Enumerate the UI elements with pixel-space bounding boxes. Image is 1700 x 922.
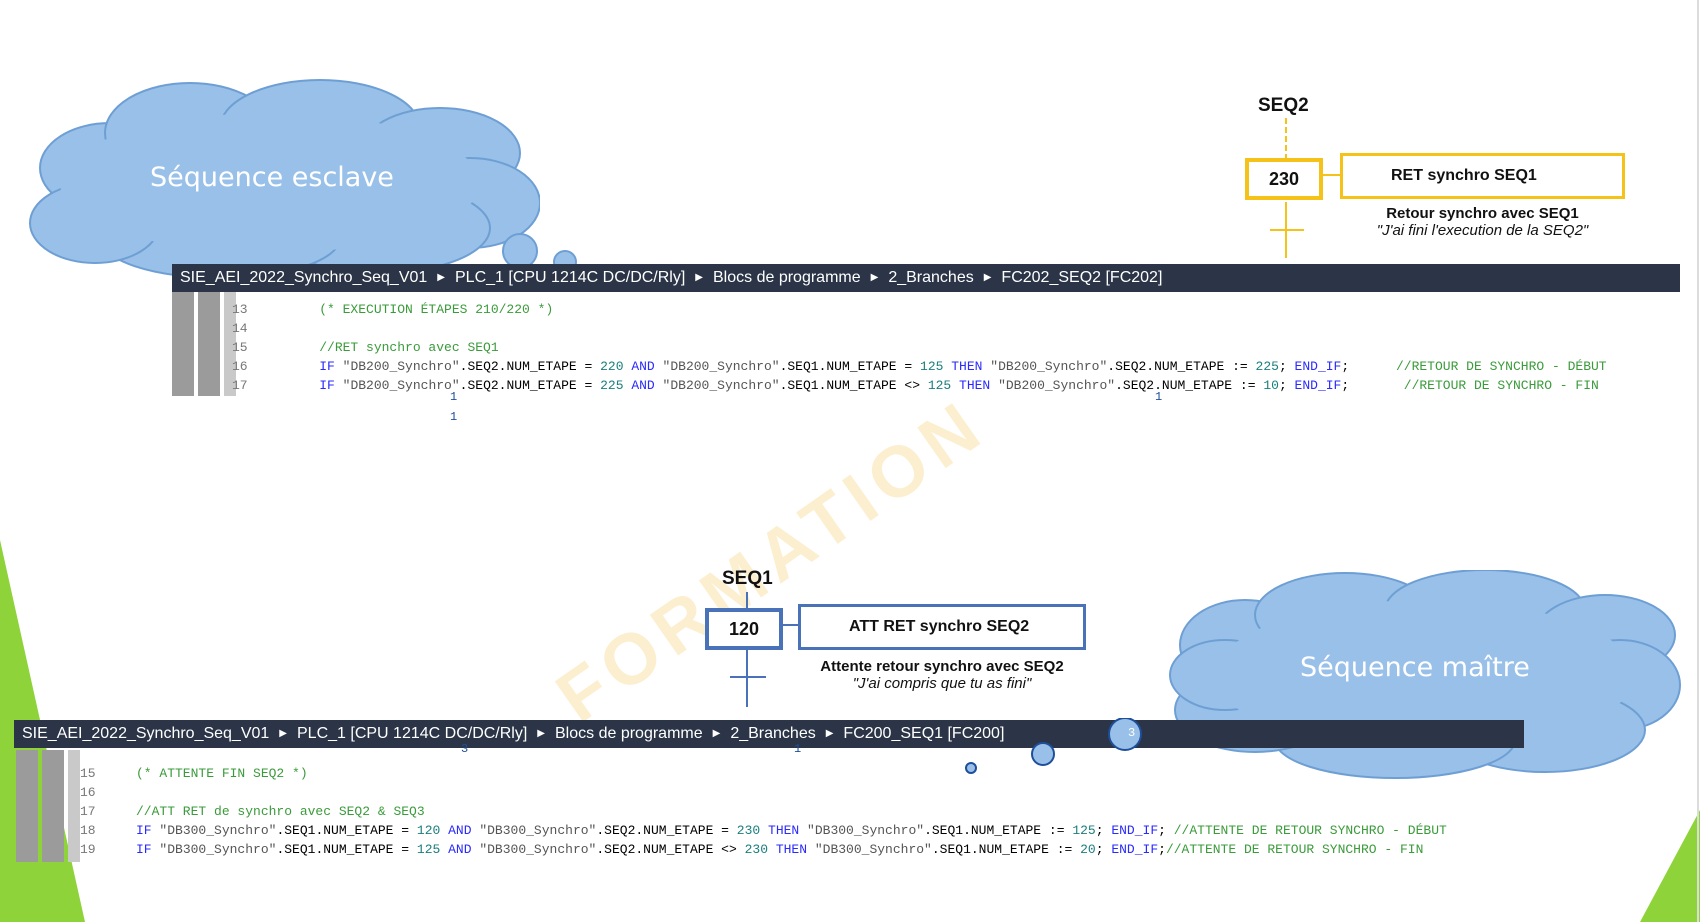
seq1-description-title: Attente retour synchro avec SEQ2 [820,658,1064,675]
code-line[interactable]: 14 [232,319,1607,338]
breadcrumb-top-item[interactable]: SIE_AEI_2022_Synchro_Seq_V01 [180,269,427,286]
cloud-master-label: Séquence maître [1300,652,1530,683]
code-text: //RET synchro avec SEQ1 [319,340,499,355]
chevron-right-icon: ▶ [712,728,721,739]
code-line[interactable]: 15 //RET synchro avec SEQ1 [232,338,1607,357]
chevron-right-icon: ▶ [983,272,992,283]
code-text: IF "DB300_Synchro".SEQ1.NUM_ETAPE = 125 … [136,842,1424,857]
marker-top-1: 1 [450,390,458,404]
line-number: 16 [232,359,248,374]
chevron-right-icon: ▶ [695,272,703,283]
seq2-description-title: Retour synchro avec SEQ1 [1386,205,1579,222]
code-line[interactable]: 19 IF "DB300_Synchro".SEQ1.NUM_ETAPE = 12… [80,840,1447,859]
line-number: 19 [80,842,96,857]
line-number: 16 [80,785,96,800]
breadcrumb-bottom-item[interactable]: 2_Branches [730,725,815,742]
breadcrumb-bottom-item[interactable]: SIE_AEI_2022_Synchro_Seq_V01 [22,725,269,742]
chevron-right-icon: ▶ [537,728,545,739]
step-120: 120 [705,608,783,650]
chevron-right-icon: ▶ [437,272,445,283]
code-editor-top[interactable]: 13 (* EXECUTION ÉTAPES 210/220 *) 14 15 /… [232,300,1607,395]
chevron-right-icon: ▶ [279,728,287,739]
marker-bottom-3: 3 [1128,726,1136,740]
breadcrumb-top-item[interactable]: PLC_1 [CPU 1214C DC/DC/Rly] [455,269,685,286]
breadcrumb-bottom-item[interactable]: Blocs de programme [555,725,703,742]
marker-bottom-2: 1 [794,742,802,756]
line-number: 15 [232,340,248,355]
code-line[interactable]: 13 (* EXECUTION ÉTAPES 210/220 *) [232,300,1607,319]
code-line[interactable]: 15 (* ATTENTE FIN SEQ2 *) [80,764,1447,783]
code-gutter-bottom [16,750,80,862]
code-line[interactable]: 17 //ATT RET de synchro avec SEQ2 & SEQ3 [80,802,1447,821]
line-number: 17 [232,378,248,393]
green-accent-right [1640,0,1700,922]
action-att-ret-synchro-seq2: ATT RET synchro SEQ2 [798,604,1086,650]
cloud-slave-label: Séquence esclave [150,162,394,193]
code-line[interactable]: 17 IF "DB200_Synchro".SEQ2.NUM_ETAPE = 2… [232,376,1607,395]
code-text: IF "DB200_Synchro".SEQ2.NUM_ETAPE = 220 … [319,359,1607,374]
breadcrumb-top: SIE_AEI_2022_Synchro_Seq_V01 ▶ PLC_1 [CPU … [172,264,1680,292]
seq1-description-quote: "J'ai compris que tu as fini" [852,675,1032,692]
line-number: 17 [80,804,96,819]
breadcrumb-top-item[interactable]: 2_Branches [888,269,973,286]
breadcrumb-top-item[interactable]: FC202_SEQ2 [FC202] [1001,269,1162,286]
line-number: 15 [80,766,96,781]
marker-top-3: 1 [1155,390,1163,404]
code-line[interactable]: 16 IF "DB200_Synchro".SEQ2.NUM_ETAPE = 2… [232,357,1607,376]
chevron-right-icon: ▶ [870,272,879,283]
line-number: 14 [232,321,248,336]
code-text: //ATT RET de synchro avec SEQ2 & SEQ3 [136,804,425,819]
breadcrumb-top-item[interactable]: Blocs de programme [713,269,861,286]
chevron-right-icon: ▶ [825,728,834,739]
seq1-description: Attente retour synchro avec SEQ2 "J'ai c… [798,658,1086,692]
seq2-description-quote: "J'ai fini l'execution de la SEQ2" [1376,222,1589,239]
step-230: 230 [1245,158,1323,200]
seq1-title: SEQ1 [722,568,773,589]
code-text: (* ATTENTE FIN SEQ2 *) [136,766,308,781]
line-number: 13 [232,302,248,317]
marker-bottom-1: 3 [461,742,469,756]
code-line[interactable]: 18 IF "DB300_Synchro".SEQ1.NUM_ETAPE = 12… [80,821,1447,840]
code-gutter-top [172,292,236,396]
code-text: IF "DB200_Synchro".SEQ2.NUM_ETAPE = 225 … [319,378,1599,393]
seq2-description: Retour synchro avec SEQ1 "J'ai fini l'ex… [1340,205,1625,239]
seq2-title: SEQ2 [1258,95,1309,116]
action-ret-synchro-seq1: RET synchro SEQ1 [1340,153,1625,199]
line-number: 18 [80,823,96,838]
code-text: (* EXECUTION ÉTAPES 210/220 *) [288,302,554,317]
code-text: IF "DB300_Synchro".SEQ1.NUM_ETAPE = 120 … [136,823,1447,838]
code-editor-bottom[interactable]: 15 (* ATTENTE FIN SEQ2 *) 16 17 //ATT RET d… [80,764,1447,859]
breadcrumb-bottom: SIE_AEI_2022_Synchro_Seq_V01 ▶ PLC_1 [CPU … [14,720,1524,748]
marker-top-2: 1 [450,410,458,424]
breadcrumb-bottom-item[interactable]: PLC_1 [CPU 1214C DC/DC/Rly] [297,725,527,742]
code-line[interactable]: 16 [80,783,1447,802]
